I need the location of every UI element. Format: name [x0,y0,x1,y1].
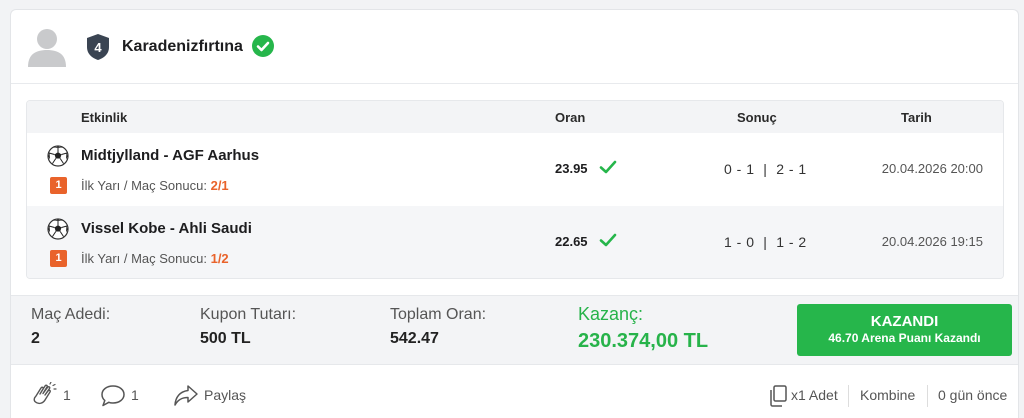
pick-value: 2/1 [210,178,229,193]
market-label: İlk Yarı / Maç Sonucu: [81,178,207,193]
copy-icon [770,385,787,407]
soccer-ball-icon [47,145,69,167]
header-date: Tarih [901,110,932,125]
table-row: Midtjylland - AGF Aarhus 1 İlk Yarı / Ma… [27,133,1003,206]
check-icon [599,233,617,247]
clap-icon[interactable] [30,382,58,410]
win-label: Kazanç: [578,304,644,324]
market-text: İlk Yarı / Maç Sonucu: 1/2 [81,251,229,266]
pick-value: 1/2 [210,251,229,266]
coupon-card: 4 Karadenizfırtına Etkinlik Oran Sonuç T… [10,9,1019,418]
market-label: İlk Yarı / Maç Sonucu: [81,251,207,266]
comment-icon[interactable] [100,384,126,408]
header-result: Sonuç [737,110,777,125]
stake-value: 500 TL [200,330,251,347]
username[interactable]: Karadenizfırtına [122,38,243,56]
rank-number: 4 [94,40,102,55]
clap-count: 1 [63,387,71,403]
rank-shield-icon: 4 [87,34,109,60]
status-text: KAZANDI [870,313,939,330]
divider [848,385,849,407]
match-count-label: Maç Adedi: [31,306,111,323]
market-text: İlk Yarı / Maç Sonucu: 2/1 [81,178,229,193]
pick-number-badge: 1 [50,177,67,194]
table-row: Vissel Kobe - Ahli Saudi 1 İlk Yarı / Ma… [27,206,1003,278]
table-header: Etkinlik Oran Sonuç Tarih [27,101,1003,133]
total-odd-value: 542.47 [390,330,439,347]
events-table: Etkinlik Oran Sonuç Tarih Midtjylland - … [26,100,1004,279]
coupon-type: Kombine [860,387,916,403]
odd-value: 22.65 [555,234,588,249]
win-amount: 230.374,00 TL [578,330,709,352]
copy-count: x1 Adet [791,387,838,403]
time-ago: 0 gün önce [938,387,1008,403]
coupon-header: 4 Karadenizfırtına [11,10,1018,84]
result-score: 0 - 1 | 2 - 1 [724,161,807,177]
match-count-value: 2 [31,330,40,347]
result-score: 1 - 0 | 1 - 2 [724,234,807,250]
odd-value: 23.95 [555,161,588,176]
divider [927,385,928,407]
header-odd: Oran [555,110,586,125]
check-icon [599,160,617,174]
match-date: 20.04.2026 20:00 [881,161,983,176]
coupon-summary: Maç Adedi: 2 Kupon Tutarı: 500 TL Toplam… [11,295,1018,365]
points-text: 46.70 Arena Puanı Kazandı [828,331,981,345]
match-name[interactable]: Midtjylland - AGF Aarhus [81,147,259,164]
avatar[interactable] [28,27,66,67]
total-odd-label: Toplam Oran: [390,306,487,323]
stake-label: Kupon Tutarı: [200,306,297,323]
match-date: 20.04.2026 19:15 [881,234,983,249]
header-event: Etkinlik [81,110,128,125]
verified-check-icon [252,35,274,57]
won-status-button[interactable]: KAZANDI 46.70 Arena Puanı Kazandı [797,304,1012,356]
share-icon[interactable] [173,384,199,408]
comment-count: 1 [131,387,139,403]
coupon-footer: 1 1 Paylaş x1 Adet Kombine 0 gün önce [11,366,1018,418]
share-button[interactable]: Paylaş [204,387,246,403]
match-name[interactable]: Vissel Kobe - Ahli Saudi [81,220,252,237]
soccer-ball-icon [47,218,69,240]
pick-number-badge: 1 [50,250,67,267]
